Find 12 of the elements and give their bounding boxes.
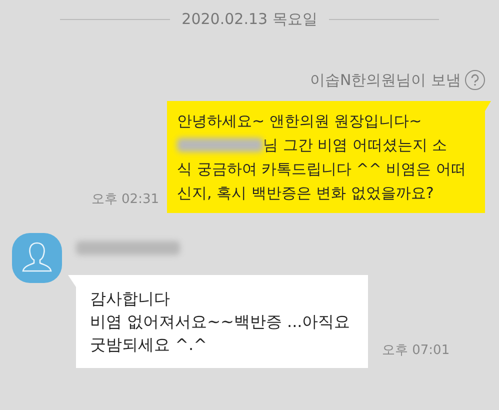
message-text: 님 그간 비염 어떠셨는지 소 — [263, 135, 448, 156]
message-time: 오후 07:01 — [382, 342, 450, 360]
date-divider: 2020.02.13 목요일 — [182, 9, 318, 30]
message-text: 감사합니다 — [90, 288, 171, 310]
help-icon[interactable] — [465, 70, 485, 90]
sender-note: 이솝N한의원님이 보냄 — [310, 70, 461, 90]
message-text: 비염 없어져서요~~백반증 ...아직요 — [90, 311, 352, 333]
message-text: 식 궁금하여 카톡드립니다 ^^ 비염은 어떠신지, 혹시 백반증은 변화 없었을까요? — [177, 159, 467, 204]
message-text: 굿밤되세요 ^.^ — [90, 334, 208, 356]
avatar-icon[interactable] — [12, 233, 62, 283]
message-text: 안녕하세요~ 앤한의원 원장입니다~ — [177, 111, 423, 132]
message-time: 오후 02:31 — [91, 190, 159, 208]
